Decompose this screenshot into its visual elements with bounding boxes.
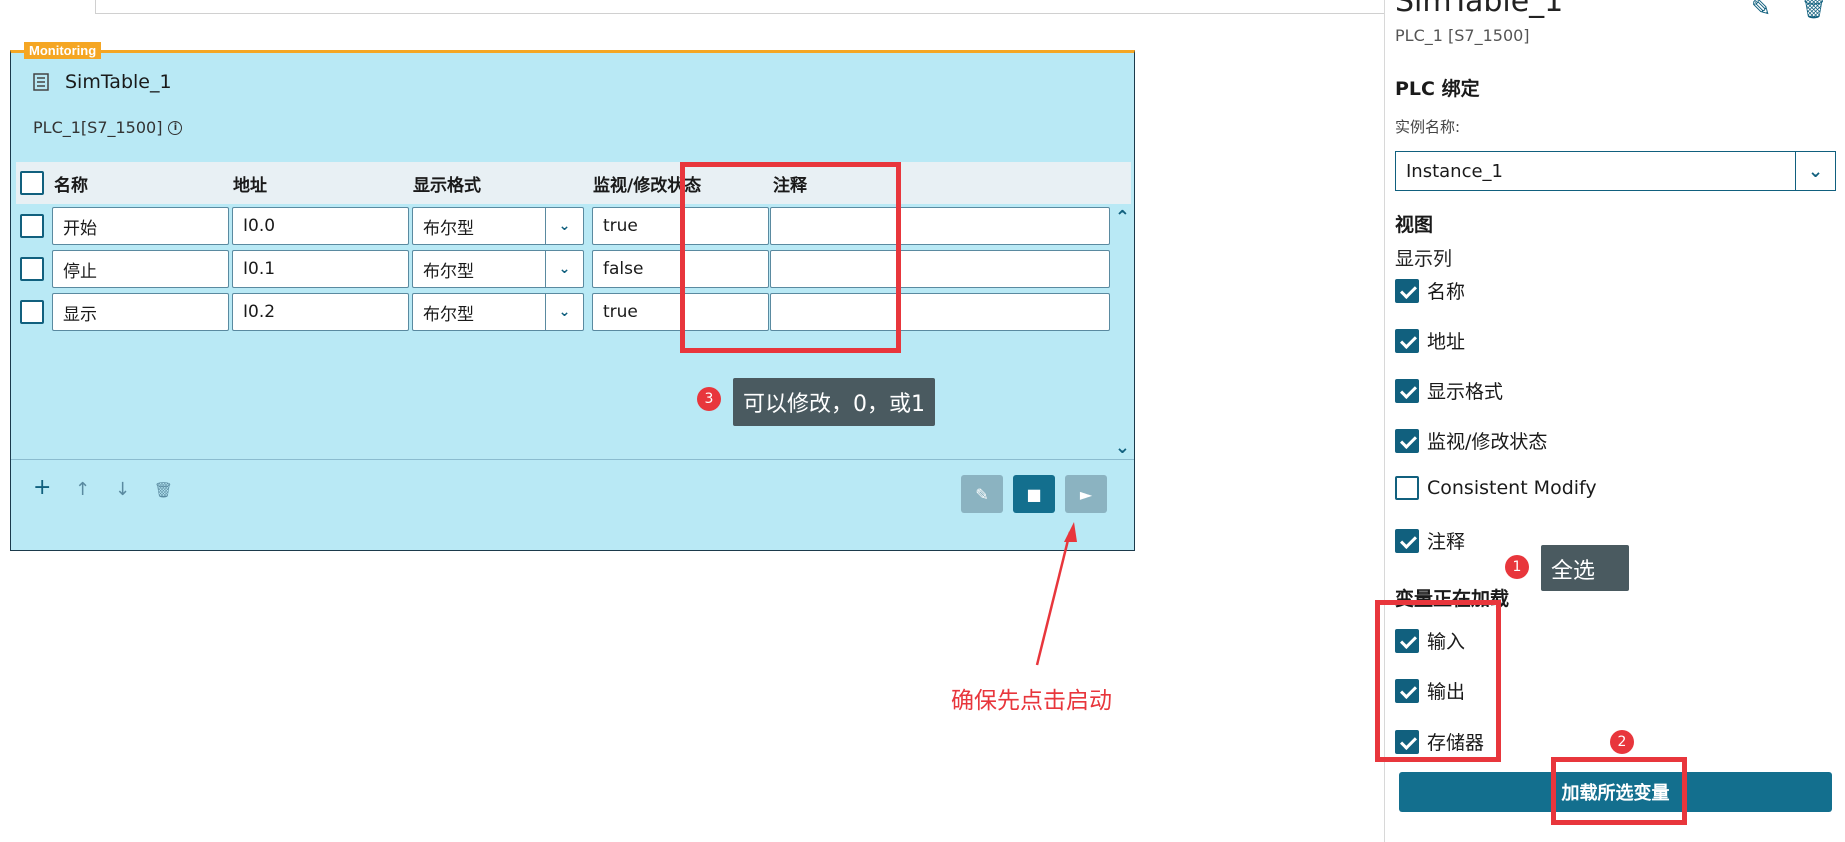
info-icon[interactable]: i bbox=[168, 120, 183, 135]
table-title: SimTable_1 bbox=[65, 71, 172, 93]
plc-subtitle: PLC_1[S7_1500] i bbox=[33, 118, 183, 137]
tooltip-select-all: 全选 bbox=[1541, 545, 1629, 591]
col-name: 名称 bbox=[54, 175, 88, 196]
table-row: 显示 I0.2 布尔型 ⌄ true bbox=[16, 292, 1116, 332]
column-toggle-label: 监视/修改状态 bbox=[1427, 431, 1548, 453]
step-badge-2: 2 bbox=[1610, 730, 1634, 754]
plc-label: PLC_1[S7_1500] bbox=[33, 118, 163, 137]
display-columns-label: 显示列 bbox=[1395, 248, 1453, 270]
row-address-field[interactable]: I0.1 bbox=[232, 250, 409, 288]
move-down-icon[interactable]: ↓ bbox=[115, 479, 130, 500]
monitoring-badge: Monitoring bbox=[24, 42, 102, 59]
instance-value: Instance_1 bbox=[1406, 160, 1504, 182]
checkbox-checked[interactable] bbox=[1395, 278, 1419, 303]
arrow-to-start bbox=[1035, 522, 1077, 666]
column-toggle-label: Consistent Modify bbox=[1427, 477, 1597, 499]
properties-title: SimTable_1 bbox=[1395, 0, 1564, 19]
column-toggle-consistent[interactable]: Consistent Modify bbox=[1395, 476, 1597, 500]
table-row: 开始 I0.0 布尔型 ⌄ true bbox=[16, 206, 1116, 246]
highlight-load-button bbox=[1551, 757, 1687, 825]
checkbox-unchecked[interactable] bbox=[1395, 476, 1419, 500]
edit-button[interactable]: ✎ bbox=[961, 475, 1003, 513]
top-toolbar-strip bbox=[95, 0, 1385, 14]
sim-table-panel: SimTable_1 PLC_1[S7_1500] i 名称 地址 显示格式 监… bbox=[10, 50, 1135, 551]
move-up-icon[interactable]: ↑ bbox=[75, 479, 90, 500]
table-row: 停止 I0.1 布尔型 ⌄ false bbox=[16, 249, 1116, 289]
format-value: 布尔型 bbox=[423, 304, 474, 325]
column-toggle-monitor[interactable]: 监视/修改状态 bbox=[1395, 427, 1547, 454]
column-toggle-label: 地址 bbox=[1427, 331, 1466, 353]
table-doc-icon bbox=[33, 73, 49, 91]
scroll-up-icon[interactable]: ⌃ bbox=[1115, 207, 1130, 228]
scroll-down-icon[interactable]: ⌄ bbox=[1115, 437, 1130, 458]
row-format-select[interactable]: 布尔型 ⌄ bbox=[412, 207, 584, 245]
add-row-icon[interactable]: + bbox=[33, 475, 51, 500]
checkbox-checked[interactable] bbox=[1395, 428, 1419, 453]
column-toggle-comment[interactable]: 注释 bbox=[1395, 527, 1465, 554]
row-checkbox[interactable] bbox=[20, 300, 44, 324]
row-format-select[interactable]: 布尔型 ⌄ bbox=[412, 250, 584, 288]
column-toggle-name[interactable]: 名称 bbox=[1395, 277, 1465, 304]
delete-row-icon[interactable]: 🗑 bbox=[154, 481, 173, 499]
step-badge-3: 3 bbox=[697, 387, 721, 411]
chevron-down-icon[interactable]: ⌄ bbox=[545, 251, 583, 287]
col-format: 显示格式 bbox=[413, 175, 481, 196]
row-name-field[interactable]: 显示 bbox=[52, 293, 229, 331]
pencil-icon: ✎ bbox=[975, 484, 989, 504]
checkbox-checked[interactable] bbox=[1395, 528, 1419, 553]
column-toggle-label: 显示格式 bbox=[1427, 381, 1504, 403]
select-all-checkbox[interactable] bbox=[20, 171, 44, 195]
format-value: 布尔型 bbox=[423, 261, 474, 282]
edit-icon[interactable]: ✎ bbox=[1751, 0, 1771, 22]
checkbox-checked[interactable] bbox=[1395, 328, 1419, 353]
panel-title: SimTable_1 bbox=[33, 71, 172, 93]
view-heading: 视图 bbox=[1395, 214, 1434, 236]
stop-button[interactable]: ■ bbox=[1013, 475, 1055, 513]
column-toggle-address[interactable]: 地址 bbox=[1395, 327, 1465, 354]
start-button[interactable]: ► bbox=[1065, 475, 1107, 513]
chevron-down-icon[interactable]: ⌄ bbox=[1795, 152, 1835, 190]
format-value: 布尔型 bbox=[423, 218, 474, 239]
chevron-down-icon[interactable]: ⌄ bbox=[545, 208, 583, 244]
row-name-field[interactable]: 停止 bbox=[52, 250, 229, 288]
column-toggle-label: 注释 bbox=[1427, 531, 1466, 553]
tooltip-modify: 可以修改，0，或1 bbox=[733, 378, 935, 426]
table-header: 名称 地址 显示格式 监视/修改状态 注释 bbox=[16, 162, 1131, 204]
highlight-monitor-column bbox=[680, 162, 901, 353]
trash-icon[interactable]: 🗑 bbox=[1801, 0, 1826, 20]
chevron-down-icon[interactable]: ⌄ bbox=[545, 294, 583, 330]
stop-icon: ■ bbox=[1026, 484, 1042, 504]
column-toggle-label: 名称 bbox=[1427, 281, 1466, 303]
properties-subtitle: PLC_1 [S7_1500] bbox=[1395, 26, 1530, 45]
start-note: 确保先点击启动 bbox=[951, 688, 1112, 714]
row-address-field[interactable]: I0.0 bbox=[232, 207, 409, 245]
col-address: 地址 bbox=[233, 175, 267, 196]
highlight-load-options bbox=[1375, 600, 1501, 762]
instance-select[interactable]: Instance_1 ⌄ bbox=[1395, 151, 1836, 191]
row-name-field[interactable]: 开始 bbox=[52, 207, 229, 245]
row-address-field[interactable]: I0.2 bbox=[232, 293, 409, 331]
row-checkbox[interactable] bbox=[20, 214, 44, 238]
step-badge-1: 1 bbox=[1505, 555, 1529, 579]
play-icon: ► bbox=[1079, 484, 1093, 504]
row-format-select[interactable]: 布尔型 ⌄ bbox=[412, 293, 584, 331]
toolbar-divider bbox=[11, 459, 1134, 460]
checkbox-checked[interactable] bbox=[1395, 378, 1419, 403]
column-toggle-format[interactable]: 显示格式 bbox=[1395, 377, 1503, 404]
instance-label: 实例名称: bbox=[1395, 118, 1461, 136]
plc-binding-heading: PLC 绑定 bbox=[1395, 78, 1480, 100]
row-checkbox[interactable] bbox=[20, 257, 44, 281]
